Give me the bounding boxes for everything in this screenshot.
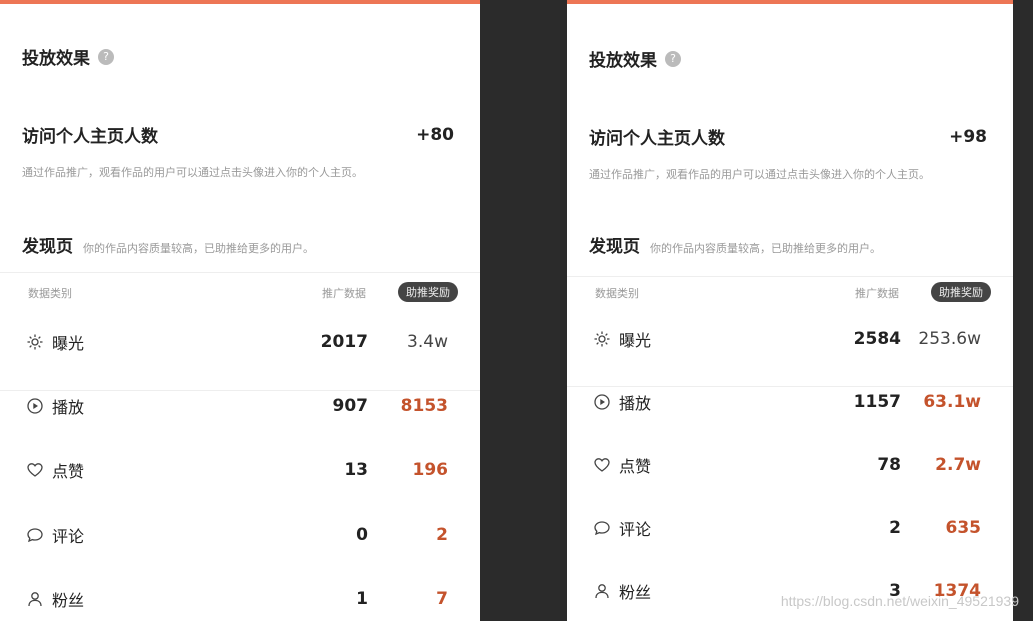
discover-subtitle: 你的作品内容质量较高，已助推给更多的用户。 — [83, 242, 314, 255]
top-accent-bar — [0, 0, 480, 4]
row-label: 粉丝 — [52, 591, 85, 610]
divider — [567, 386, 1013, 387]
row-boost-value: 8153 — [400, 396, 448, 416]
column-boost-badge: 助推奖励 — [931, 282, 991, 302]
table-row: 评论 0 2 — [26, 522, 454, 548]
play-icon — [26, 397, 44, 415]
row-label: 点赞 — [52, 462, 85, 481]
table-row: 播放 1157 63.1w — [593, 389, 987, 415]
column-promo: 推广数据 — [322, 287, 366, 300]
row-promo-value: 1 — [356, 589, 368, 609]
column-category: 数据类别 — [28, 287, 72, 300]
help-icon[interactable]: ? — [665, 50, 681, 67]
table-row: 粉丝 1 7 — [26, 586, 454, 612]
visit-description: 通过作品推广，观看作品的用户可以通过点击头像进入你的个人主页。 — [589, 168, 930, 181]
table-header: 数据类别 推广数据 助推奖励 — [28, 282, 458, 302]
table-row: 曝光 2584 253.6w — [593, 326, 987, 352]
visit-row: 访问个人主页人数 +80 — [22, 122, 454, 148]
visit-value: +80 — [416, 124, 454, 145]
row-boost-value: 635 — [945, 518, 982, 538]
row-boost-value: 3.4w — [407, 332, 448, 352]
row-boost-value: 253.6w — [918, 329, 981, 349]
row-label: 曝光 — [52, 334, 85, 353]
title-row: 投放效果 ? — [589, 46, 681, 71]
table-row: 点赞 78 2.7w — [593, 452, 987, 478]
row-promo-value: 13 — [344, 460, 368, 480]
row-promo-value: 0 — [356, 525, 368, 545]
divider — [567, 276, 1013, 277]
row-promo-value: 2 — [889, 518, 901, 538]
discover-title: 发现页 — [22, 237, 73, 257]
row-promo-value: 2584 — [853, 329, 901, 349]
heart-icon — [593, 456, 611, 474]
play-icon — [593, 393, 611, 411]
page-title: 投放效果 — [589, 51, 657, 71]
row-promo-value: 907 — [332, 396, 369, 416]
discover-row: 发现页 你的作品内容质量较高，已助推给更多的用户。 — [22, 232, 314, 257]
left-panel: 投放效果 ? 访问个人主页人数 +80 通过作品推广，观看作品的用户可以通过点击… — [0, 0, 480, 621]
sun-icon — [593, 330, 611, 348]
row-label: 播放 — [619, 394, 652, 413]
row-label: 粉丝 — [619, 583, 652, 602]
row-promo-value: 78 — [877, 455, 901, 475]
user-icon — [593, 582, 611, 600]
visit-row: 访问个人主页人数 +98 — [589, 124, 987, 150]
row-boost-value: 2 — [436, 525, 448, 545]
table-header: 数据类别 推广数据 助推奖励 — [595, 282, 991, 302]
watermark-text: https://blog.csdn.net/weixin_49521939 — [780, 593, 1019, 609]
comment-icon — [26, 526, 44, 544]
visit-description: 通过作品推广，观看作品的用户可以通过点击头像进入你的个人主页。 — [22, 166, 363, 179]
title-row: 投放效果 ? — [22, 44, 114, 69]
page-title: 投放效果 — [22, 49, 90, 69]
discover-subtitle: 你的作品内容质量较高，已助推给更多的用户。 — [650, 242, 881, 255]
row-promo-value: 1157 — [853, 392, 901, 412]
heart-icon — [26, 461, 44, 479]
row-label: 曝光 — [619, 331, 652, 350]
sun-icon — [26, 333, 44, 351]
top-accent-bar — [567, 0, 1013, 4]
discover-title: 发现页 — [589, 237, 640, 257]
visit-value: +98 — [949, 126, 987, 147]
table-row: 曝光 2017 3.4w — [26, 329, 454, 355]
row-label: 评论 — [619, 520, 652, 539]
visit-label: 访问个人主页人数 — [589, 129, 725, 149]
row-boost-value: 63.1w — [923, 392, 981, 412]
user-icon — [26, 590, 44, 608]
right-panel: 投放效果 ? 访问个人主页人数 +98 通过作品推广，观看作品的用户可以通过点击… — [567, 0, 1013, 621]
row-label: 评论 — [52, 527, 85, 546]
column-category: 数据类别 — [595, 287, 639, 300]
table-row: 播放 907 8153 — [26, 393, 454, 419]
column-promo: 推广数据 — [855, 287, 899, 300]
row-boost-value: 196 — [412, 460, 449, 480]
row-promo-value: 2017 — [320, 332, 368, 352]
divider — [0, 390, 480, 391]
table-row: 点赞 13 196 — [26, 457, 454, 483]
help-icon[interactable]: ? — [98, 48, 114, 65]
row-boost-value: 7 — [436, 589, 448, 609]
column-boost-badge: 助推奖励 — [398, 282, 458, 302]
comment-icon — [593, 519, 611, 537]
row-boost-value: 2.7w — [935, 455, 981, 475]
discover-row: 发现页 你的作品内容质量较高，已助推给更多的用户。 — [589, 232, 881, 257]
divider — [0, 272, 480, 273]
row-label: 播放 — [52, 398, 85, 417]
table-row: 评论 2 635 — [593, 515, 987, 541]
row-label: 点赞 — [619, 457, 652, 476]
visit-label: 访问个人主页人数 — [22, 127, 158, 147]
